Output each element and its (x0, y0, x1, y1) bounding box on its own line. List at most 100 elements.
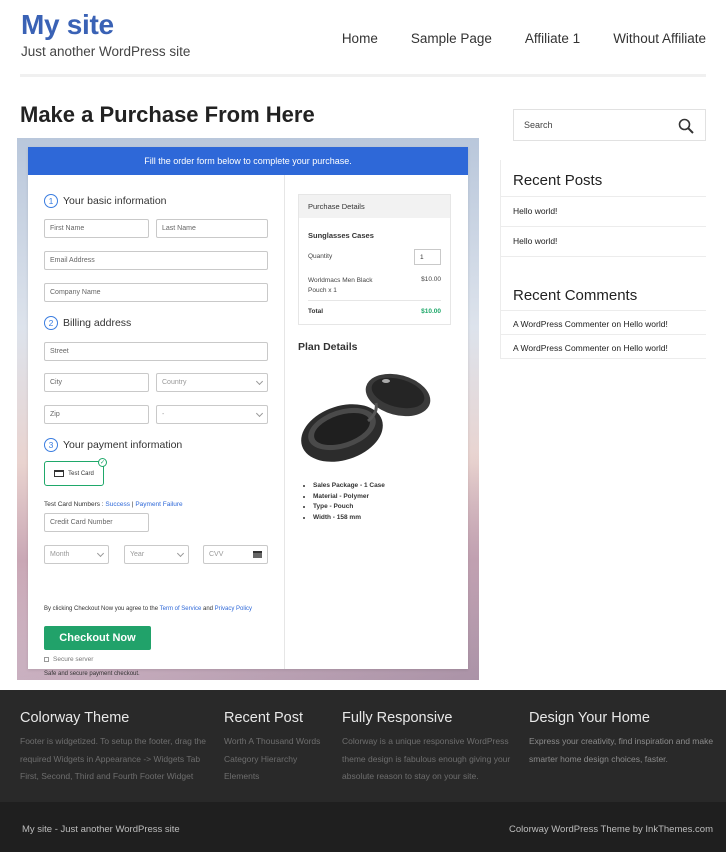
company-input[interactable]: Company Name (44, 283, 268, 302)
product-name: Sunglasses Cases (308, 231, 374, 240)
recent-comment: A WordPress Commenter on Hello world! (513, 343, 668, 353)
list-item: Width - 158 mm (313, 513, 385, 524)
test-card-numbers: Test Card Numbers : Success | Payment Fa… (44, 501, 183, 508)
test-card-option[interactable]: Test Card ✓ (44, 458, 107, 486)
sidebar-divider (501, 196, 706, 197)
footer-column-title: Recent Post (224, 710, 303, 726)
order-form: Fill the order form below to complete yo… (28, 147, 468, 677)
footer-bottom-bar: My site - Just another WordPress site Co… (0, 802, 726, 852)
footer-column-responsive: Fully Responsive Colorway is a unique re… (342, 710, 520, 786)
footer-theme-credit[interactable]: Colorway WordPress Theme by InkThemes.co… (509, 824, 713, 835)
test-separator: | (131, 501, 134, 508)
cvv-placeholder: CVV (209, 551, 224, 558)
list-item: Material - Polymer (313, 492, 385, 503)
sidebar-divider (501, 256, 706, 257)
nav-sample-page[interactable]: Sample Page (411, 31, 492, 46)
city-input[interactable]: City (44, 373, 149, 392)
sidebar-divider (501, 358, 706, 359)
comment-on: on (611, 319, 622, 329)
total-value: $10.00 (421, 308, 441, 315)
recent-comment: A WordPress Commenter on Hello world! (513, 319, 668, 329)
secure-server-note: Secure server (44, 656, 93, 663)
test-card-label: Test Card (68, 470, 94, 477)
comment-author-link[interactable]: A WordPress Commenter (513, 343, 609, 353)
state-select[interactable]: - (156, 405, 268, 424)
safe-checkout-note: Safe and secure payment checkout. (44, 671, 140, 677)
terms-prefix: By clicking Checkout Now you agree to th… (44, 606, 159, 612)
terms-and: and (202, 606, 213, 612)
purchase-details-header: Purchase Details (299, 195, 450, 218)
search-placeholder: Search (524, 120, 553, 130)
nav-affiliate-1[interactable]: Affiliate 1 (525, 31, 580, 46)
sidebar-border (500, 160, 501, 359)
comment-post-link[interactable]: Hello world! (623, 343, 667, 353)
quantity-label: Quantity (308, 253, 333, 260)
recent-post-link[interactable]: Hello world! (513, 206, 557, 216)
lock-icon (44, 657, 49, 662)
order-summary-column: Purchase Details Sunglasses Cases Quanti… (285, 175, 468, 669)
step-number: 1 (44, 194, 58, 208)
success-link[interactable]: Success (105, 501, 130, 508)
footer-site-credit[interactable]: My site - Just another WordPress site (22, 824, 180, 835)
nav-without-affiliate[interactable]: Without Affiliate (613, 31, 706, 46)
footer-column-text[interactable]: Worth A Thousand Words Category Hierarch… (224, 733, 334, 786)
footer-widgets: Colorway Theme Footer is widgetized. To … (0, 690, 726, 802)
terms-of-service-link[interactable]: Term of Service (160, 606, 202, 612)
main-nav: Home Sample Page Affiliate 1 Without Aff… (342, 31, 706, 46)
first-name-input[interactable]: First Name (44, 219, 149, 238)
month-select-value: Month (50, 551, 70, 558)
year-select-value: Year (130, 551, 145, 558)
street-input[interactable]: Street (44, 342, 268, 361)
product-image (301, 373, 431, 462)
nav-home[interactable]: Home (342, 31, 378, 46)
footer-column-title: Fully Responsive (342, 710, 453, 726)
sidebar-divider (501, 334, 706, 335)
recent-posts-title: Recent Posts (513, 172, 603, 189)
site-tagline: Just another WordPress site (21, 44, 191, 59)
comment-post-link[interactable]: Hello world! (623, 319, 667, 329)
chevron-down-icon (255, 377, 264, 386)
plan-features: Sales Package - 1 Case Material - Polyme… (313, 481, 385, 523)
form-banner: Fill the order form below to complete yo… (28, 147, 468, 175)
footer-column-recent-post: Recent Post Worth A Thousand Words Categ… (224, 710, 334, 786)
site-title[interactable]: My site (21, 9, 114, 41)
credit-card-input[interactable]: Credit Card Number (44, 513, 149, 532)
chevron-down-icon (96, 549, 105, 558)
footer-column-title: Design Your Home (529, 710, 650, 726)
zip-input[interactable]: Zip (44, 405, 149, 424)
footer-column-text: Colorway is a unique responsive WordPres… (342, 736, 511, 781)
last-name-input[interactable]: Last Name (156, 219, 268, 238)
privacy-policy-link[interactable]: Privacy Policy (215, 606, 252, 612)
search-icon[interactable] (678, 118, 694, 134)
state-select-value: - (162, 411, 165, 418)
footer-column-design: Design Your Home Express your creativity… (529, 710, 721, 768)
year-select[interactable]: Year (124, 545, 189, 564)
section-title: Billing address (63, 317, 132, 329)
footer-column-text: Footer is widgetized. To setup the foote… (20, 736, 207, 781)
plan-details-title: Plan Details (298, 341, 358, 353)
footer-column-title: Colorway Theme (20, 710, 130, 726)
recent-post-link[interactable]: Hello world! (513, 236, 557, 246)
month-select[interactable]: Month (44, 545, 109, 564)
section-title: Your payment information (63, 439, 183, 451)
section-payment: 3 Your payment information (44, 438, 182, 452)
checkout-now-button[interactable]: Checkout Now (44, 626, 151, 650)
section-billing: 2 Billing address (44, 316, 131, 330)
country-select[interactable]: Country (156, 373, 268, 392)
footer-column-colorway: Colorway Theme Footer is widgetized. To … (20, 710, 215, 786)
comment-author-link[interactable]: A WordPress Commenter (513, 319, 609, 329)
step-number: 2 (44, 316, 58, 330)
list-item: Type - Pouch (313, 502, 385, 513)
cvv-input[interactable]: CVV (203, 545, 268, 564)
recent-comments-title: Recent Comments (513, 287, 638, 304)
form-fields-column: 1 Your basic information First Name Last… (28, 175, 285, 677)
payment-failure-link[interactable]: Payment Failure (135, 501, 182, 508)
comment-on: on (611, 343, 622, 353)
search-input[interactable]: Search (513, 109, 706, 141)
summary-divider (308, 300, 441, 301)
header-divider (20, 74, 706, 77)
check-icon: ✓ (98, 458, 107, 467)
email-input[interactable]: Email Address (44, 251, 268, 270)
sidebar-divider (501, 310, 706, 311)
quantity-input[interactable]: 1 (414, 249, 441, 265)
